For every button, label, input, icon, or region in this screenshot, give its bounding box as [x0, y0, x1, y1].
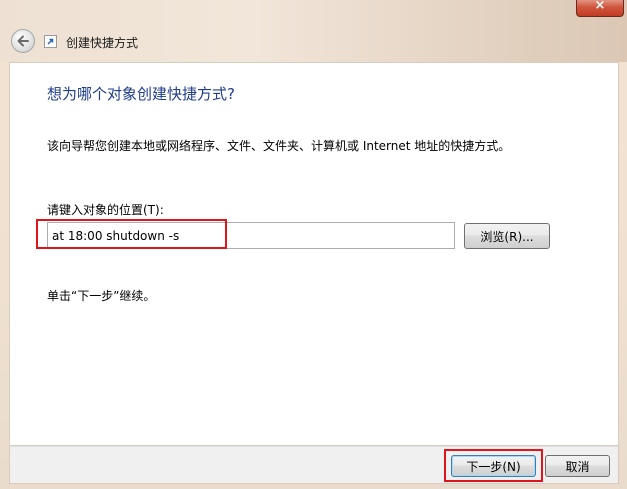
close-icon: ×	[594, 0, 606, 13]
hint-text: 单击“下一步”继续。	[47, 289, 156, 303]
shortcut-icon	[44, 35, 57, 48]
close-button[interactable]: ×	[576, 0, 624, 17]
location-label: 请键入对象的位置(T):	[47, 203, 164, 217]
highlight-box-next	[444, 449, 543, 482]
content-panel	[9, 62, 619, 446]
highlight-box-input	[36, 219, 227, 249]
title-bar	[0, 0, 627, 62]
back-arrow-icon	[17, 35, 29, 47]
window-title: 创建快捷方式	[66, 36, 139, 50]
description-text: 该向导帮您创建本地或网络程序、文件、文件夹、计算机或 Internet 地址的快…	[47, 139, 511, 153]
page-heading: 想为哪个对象创建快捷方式?	[47, 85, 235, 103]
cancel-button[interactable]: 取消	[545, 455, 610, 477]
browse-button[interactable]: 浏览(R)...	[464, 223, 550, 249]
back-button[interactable]	[11, 29, 35, 53]
